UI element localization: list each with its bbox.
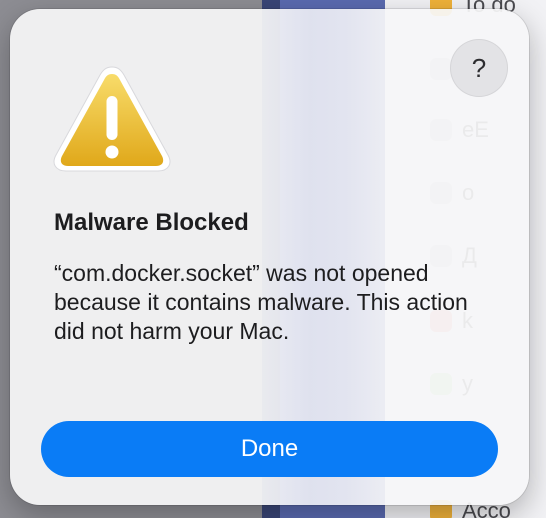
dialog-message: “com.docker.socket” was not opened becau… — [54, 260, 468, 344]
warning-icon — [53, 66, 171, 172]
malware-alert-dialog: ? Malware Blocked “com.docker.socket” wa… — [10, 9, 529, 505]
done-button[interactable]: Done — [41, 421, 498, 477]
help-icon: ? — [471, 52, 487, 83]
dialog-title: Malware Blocked — [54, 209, 249, 236]
done-button-label: Done — [240, 435, 299, 462]
help-button[interactable]: ? — [450, 39, 508, 97]
